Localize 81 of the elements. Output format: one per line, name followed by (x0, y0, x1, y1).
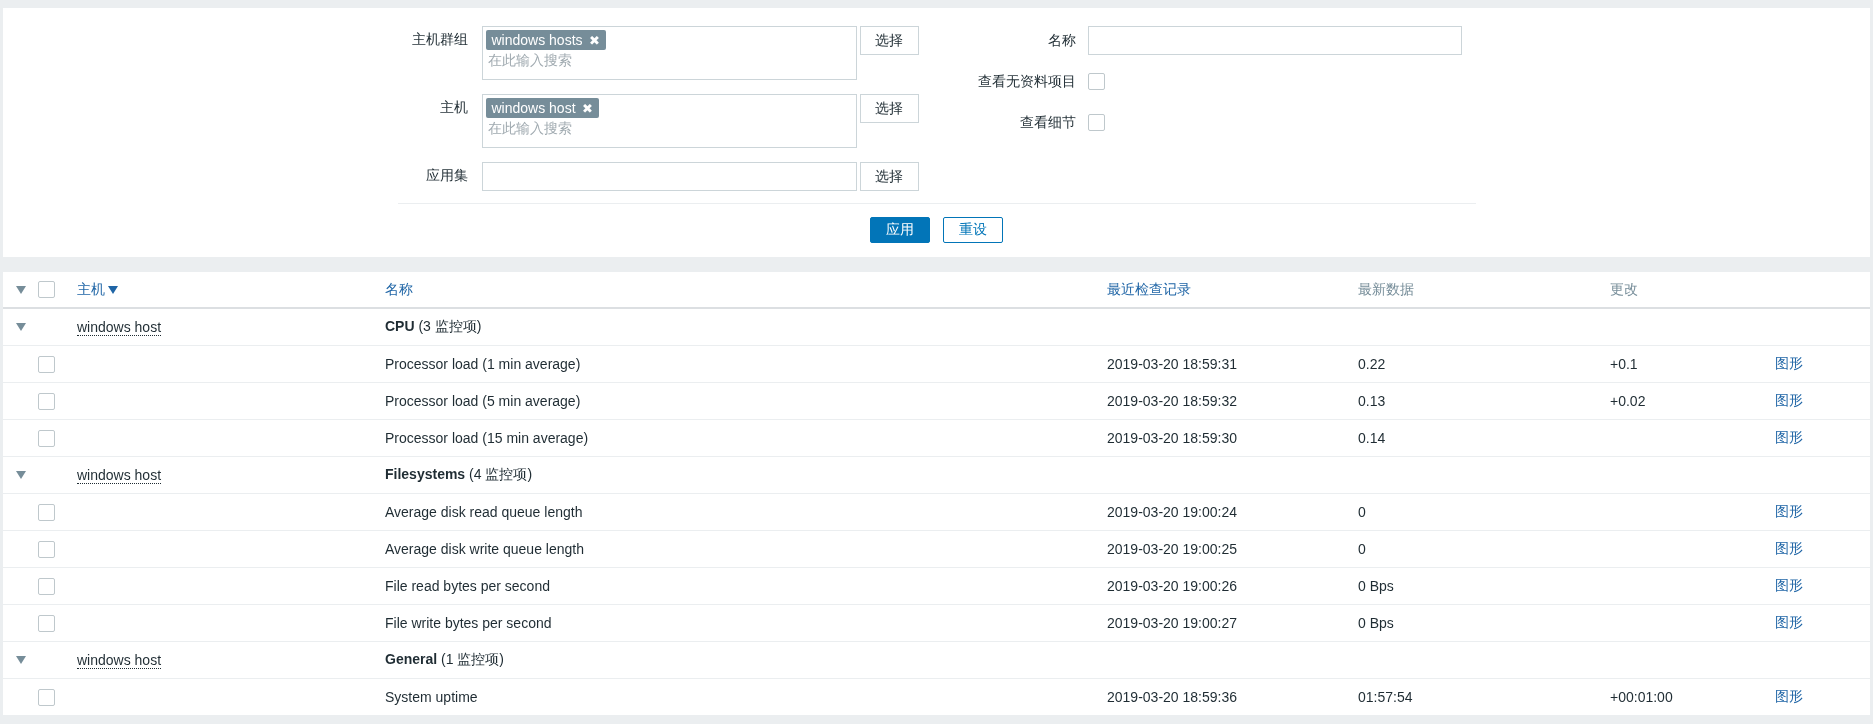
last-check-time: 2019-03-20 19:00:27 (1107, 615, 1237, 631)
graph-link[interactable]: 图形 (1775, 540, 1803, 558)
reset-button[interactable]: 重设 (943, 217, 1003, 243)
host-link[interactable]: windows host (77, 651, 162, 669)
item-name: System uptime (385, 689, 478, 705)
latest-value: 0.14 (1358, 430, 1386, 446)
checkbox[interactable] (1087, 114, 1105, 131)
latest-value: 0.13 (1358, 393, 1386, 409)
graph-link[interactable]: 图形 (1775, 392, 1803, 410)
column-header: 最新数据 (1358, 280, 1414, 299)
change-value: +0.1 (1610, 356, 1638, 372)
host-link[interactable]: windows host (77, 466, 162, 484)
item-name: Average disk read queue length (385, 504, 583, 520)
checkbox[interactable] (1087, 73, 1105, 90)
select-button[interactable]: 选择 (859, 26, 919, 55)
row-checkbox[interactable] (38, 355, 55, 373)
item-name: File read bytes per second (385, 578, 550, 594)
item-name: Processor load (1 min average) (385, 356, 581, 372)
last-check-time: 2019-03-20 18:59:31 (1107, 356, 1237, 372)
select-button[interactable]: 选择 (859, 94, 919, 123)
last-check-time: 2019-03-20 19:00:26 (1107, 578, 1237, 594)
change-value: +0.02 (1610, 393, 1646, 409)
item-name: File write bytes per second (385, 615, 552, 631)
column-header-link[interactable]: 主机 (77, 280, 118, 299)
graph-link[interactable]: 图形 (1775, 688, 1803, 706)
field-label: 主机 (438, 99, 468, 117)
row-checkbox[interactable] (38, 392, 55, 410)
latest-value: 0.22 (1358, 356, 1386, 372)
collapse-icon[interactable] (15, 656, 26, 664)
last-check-time: 2019-03-20 18:59:32 (1107, 393, 1237, 409)
tag-label: windows hosts (491, 32, 583, 48)
latest-value: 0 Bps (1358, 615, 1394, 631)
last-check-time: 2019-03-20 19:00:25 (1107, 541, 1237, 557)
row-checkbox[interactable] (38, 688, 55, 706)
host-link[interactable]: windows host (77, 318, 162, 336)
collapse-all-icon[interactable] (15, 285, 26, 294)
column-header-link[interactable]: 名称 (385, 280, 413, 299)
latest-value: 0 Bps (1358, 578, 1394, 594)
collapse-icon[interactable] (15, 471, 26, 479)
latest-value: 01:57:54 (1358, 689, 1413, 705)
field-label: 查看无资料项目 (976, 72, 1076, 91)
select-all-checkbox[interactable] (38, 281, 55, 298)
collapse-icon[interactable] (15, 323, 26, 331)
column-header: 更改 (1610, 280, 1638, 299)
row-checkbox[interactable] (38, 429, 55, 447)
remove-tag-button[interactable]: ✖ (588, 32, 600, 48)
graph-link[interactable]: 图形 (1775, 577, 1803, 595)
text-field[interactable] (481, 162, 857, 191)
application-name: CPU (3 监控项) (385, 318, 482, 336)
application-name: General (1 监控项) (385, 651, 505, 669)
item-name: Processor load (5 min average) (385, 393, 581, 409)
remove-tag-button[interactable]: ✖ (581, 100, 593, 116)
application-name: Filesystems (4 监控项) (385, 466, 533, 484)
latest-value: 0 (1358, 541, 1366, 557)
tag-label: windows host (491, 100, 576, 116)
item-name: Average disk write queue length (385, 541, 584, 557)
graph-link[interactable]: 图形 (1775, 429, 1803, 447)
field-label: 主机群组 (410, 31, 468, 49)
row-checkbox[interactable] (38, 540, 55, 558)
column-header-link[interactable]: 最近检查记录 (1107, 280, 1191, 299)
graph-link[interactable]: 图形 (1775, 355, 1803, 373)
multiselect-field[interactable]: windows hosts ✖ 在此输入搜索 (481, 26, 857, 80)
last-check-time: 2019-03-20 19:00:24 (1107, 504, 1237, 520)
field-label: 查看细节 (1018, 113, 1076, 132)
field-label: 名称 (1046, 31, 1076, 50)
last-check-time: 2019-03-20 18:59:30 (1107, 430, 1237, 446)
graph-link[interactable]: 图形 (1775, 614, 1803, 632)
change-value: +00:01:00 (1610, 689, 1673, 705)
row-checkbox[interactable] (38, 577, 55, 595)
row-checkbox[interactable] (38, 503, 55, 521)
apply-button[interactable]: 应用 (870, 217, 930, 243)
sort-descending-icon (108, 285, 118, 294)
row-checkbox[interactable] (38, 614, 55, 632)
last-check-time: 2019-03-20 18:59:36 (1107, 689, 1237, 705)
item-name: Processor load (15 min average) (385, 430, 589, 446)
multiselect-field[interactable]: windows host ✖ 在此输入搜索 (481, 94, 857, 148)
select-button[interactable]: 选择 (859, 162, 919, 191)
graph-link[interactable]: 图形 (1775, 503, 1803, 521)
name-field[interactable] (1087, 26, 1462, 55)
latest-value: 0 (1358, 504, 1366, 520)
field-label: 应用集 (424, 167, 468, 185)
